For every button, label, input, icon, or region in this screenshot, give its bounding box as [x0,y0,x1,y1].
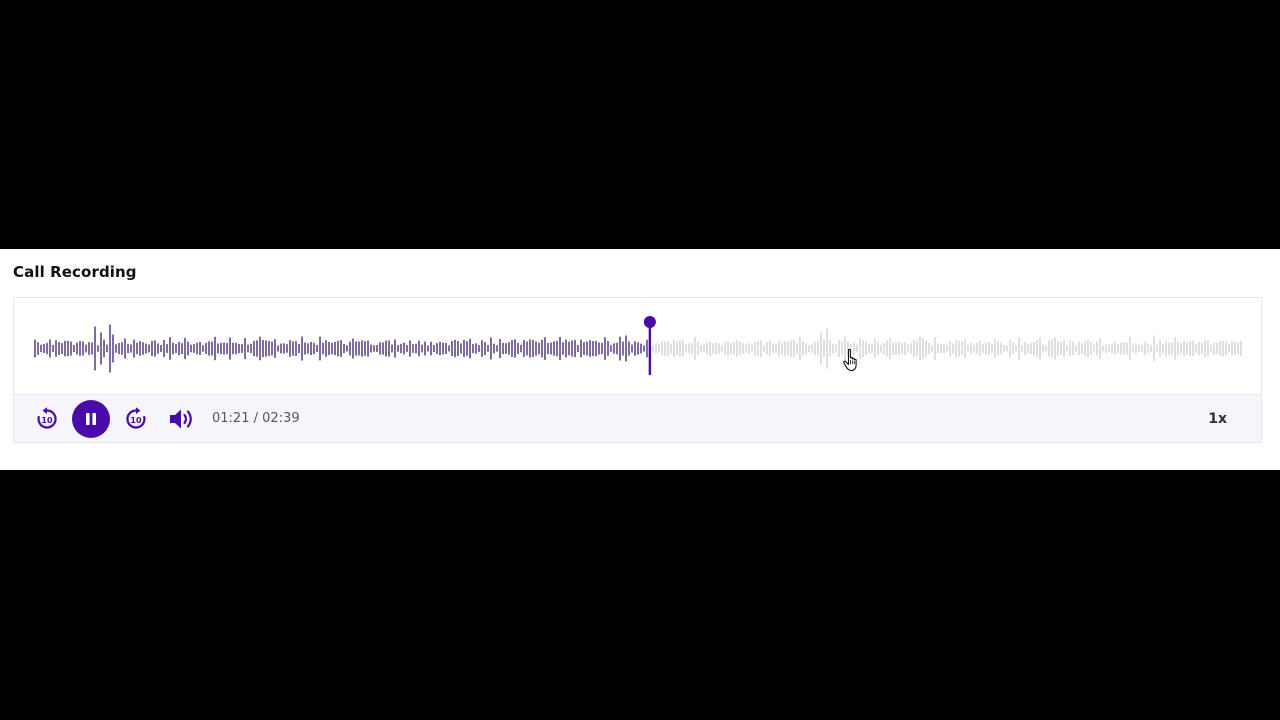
time-separator: / [249,411,263,426]
total-duration: 02:39 [262,411,300,426]
audio-player: 10 10 01:21 / 02:39 1x [13,297,1262,443]
rewind-10-button[interactable]: 10 [34,406,60,432]
forward-10-icon: 10 [126,407,146,429]
playback-speed-button[interactable]: 1x [1208,409,1227,429]
waveform[interactable] [14,298,1261,394]
waveform-svg[interactable] [14,298,1261,394]
pause-button[interactable] [72,400,110,438]
volume-button[interactable] [167,406,195,432]
rewind-10-icon: 10 [37,407,57,429]
skip-forward-label: 10 [130,416,142,425]
player-controls: 10 10 01:21 / 02:39 1x [14,394,1261,442]
volume-icon [170,409,192,429]
pause-icon [86,413,96,425]
time-readout: 01:21 / 02:39 [212,410,300,428]
skip-back-label: 10 [41,416,53,425]
current-time: 01:21 [212,411,250,426]
forward-10-button[interactable]: 10 [123,406,149,432]
section-title: Call Recording [13,263,137,281]
playhead-handle[interactable] [643,316,656,328]
